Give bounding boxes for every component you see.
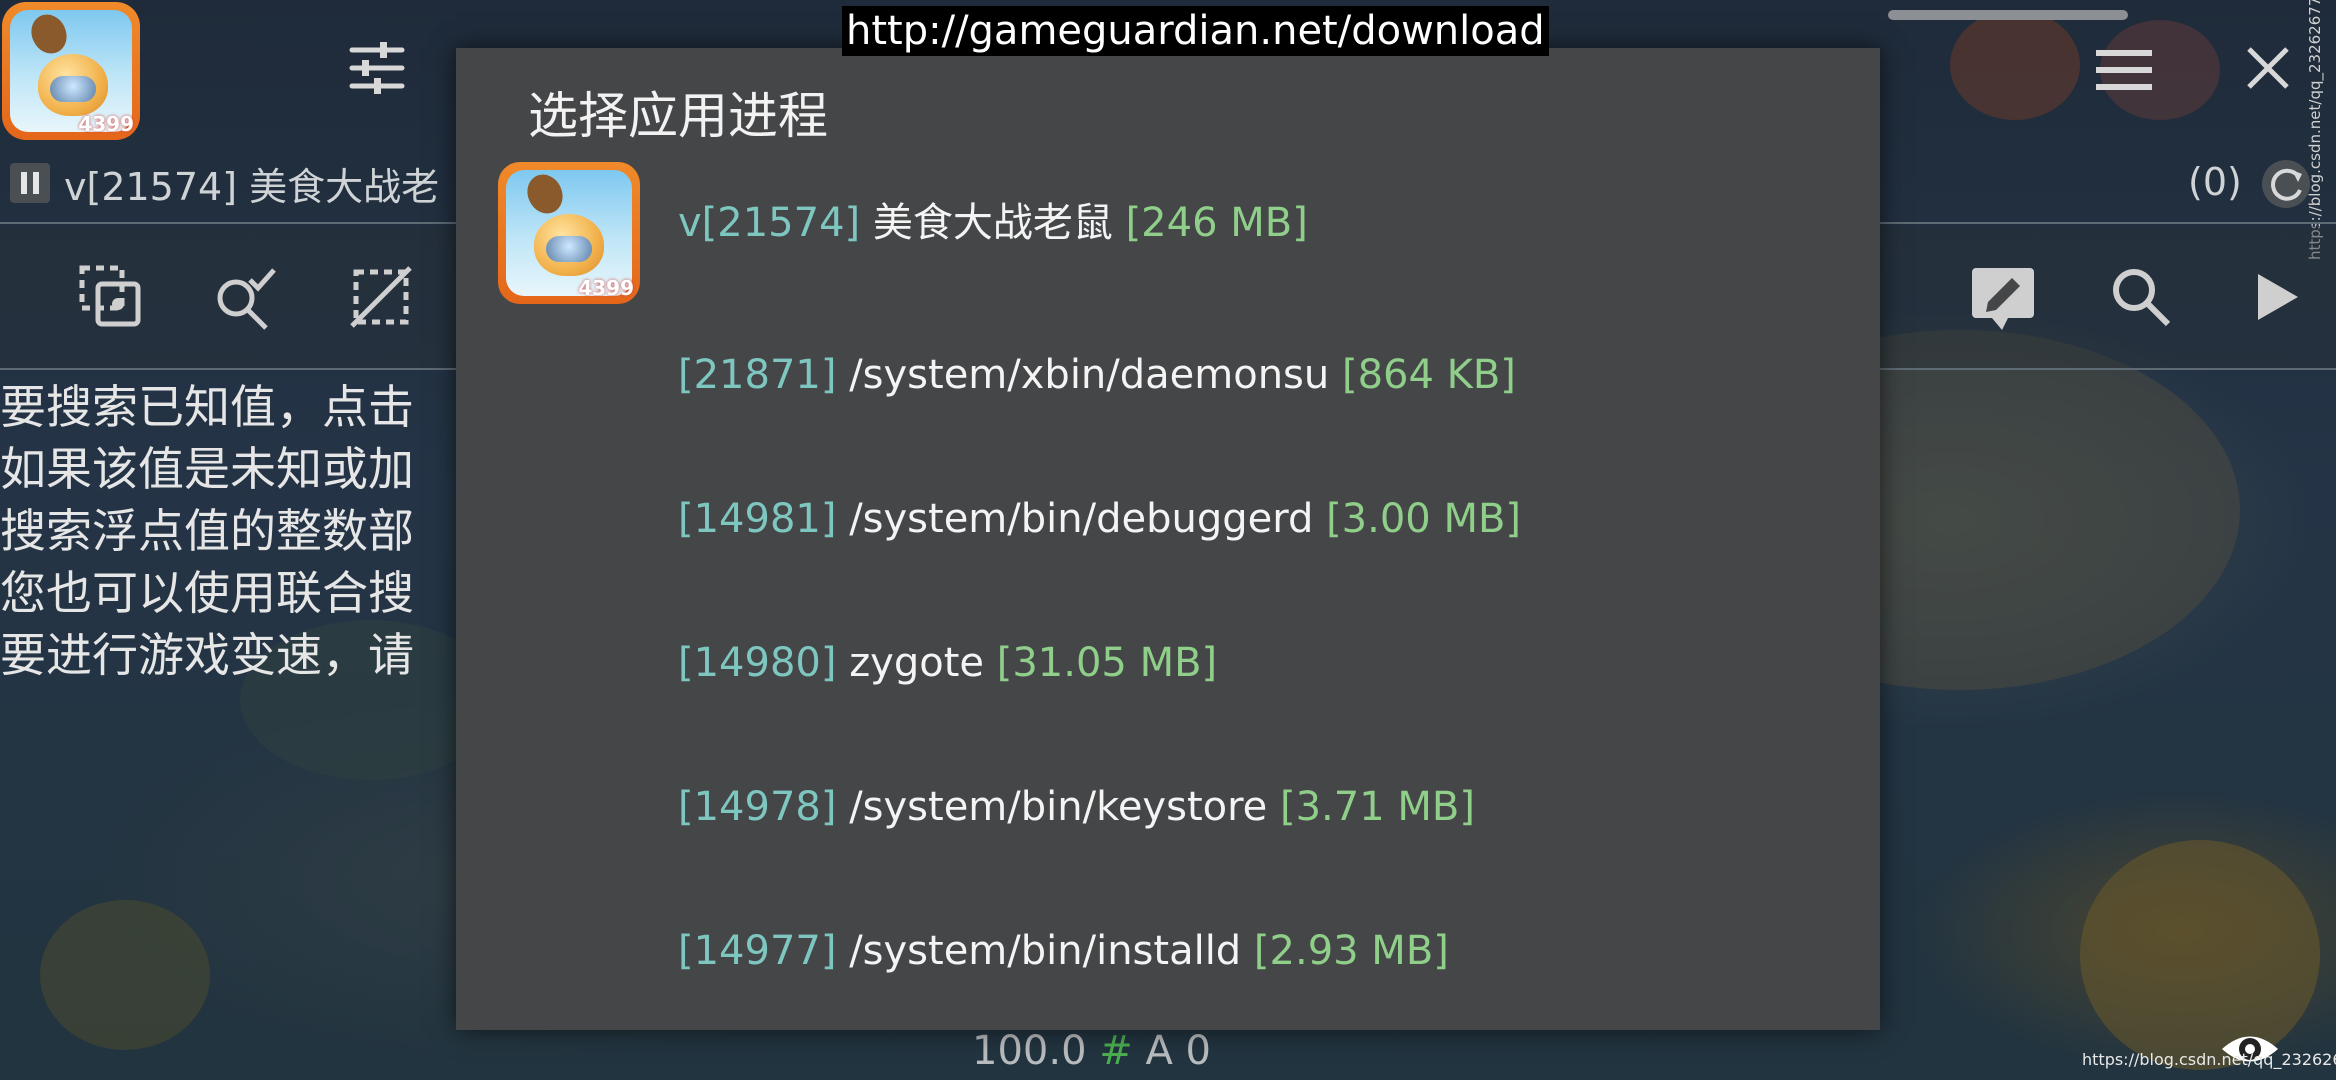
process-item[interactable]: 4399 v[21574] 美食大战老鼠 [246 MB] xyxy=(456,142,1880,304)
process-size: [2.93 MB] xyxy=(1253,928,1449,974)
overlay-drag-handle[interactable] xyxy=(1888,10,2128,20)
help-text: 要搜索已知值，点击 如果该值是未知或加 搜索浮点值的整数部 您也可以使用联合搜 … xyxy=(0,376,470,686)
process-name: /system/bin/debuggerd xyxy=(849,496,1314,542)
pause-icon[interactable] xyxy=(10,163,50,203)
status-bar: 100.0 # A 0 xyxy=(972,1028,1211,1074)
process-name: /system/xbin/daemonsu xyxy=(849,352,1330,398)
help-line: 要搜索已知值，点击 xyxy=(0,380,414,434)
refresh-icon[interactable] xyxy=(2262,160,2310,208)
dialog-title: 选择应用进程 xyxy=(528,87,828,145)
process-name: 美食大战老鼠 xyxy=(872,200,1113,246)
menu-icon[interactable] xyxy=(2096,50,2152,90)
help-line: 搜索浮点值的整数部 xyxy=(0,504,414,558)
close-icon[interactable] xyxy=(2246,46,2290,90)
process-pid: [21871] xyxy=(678,352,837,398)
select-region-icon[interactable] xyxy=(76,262,146,332)
process-name: /system/bin/keystore xyxy=(849,784,1268,830)
app-icon-badge: 4399 xyxy=(78,112,134,136)
process-item[interactable]: [21871] /system/xbin/daemonsu [864 KB] xyxy=(456,310,1880,454)
game-process-icon: 4399 xyxy=(498,162,640,304)
process-pid: [14981] xyxy=(678,496,837,542)
selected-process-row: v[21574] 美食大战老 xyxy=(10,156,439,211)
status-hash: # xyxy=(1099,1028,1133,1074)
process-size: [864 KB] xyxy=(1341,352,1516,398)
help-line: 如果该值是未知或加 xyxy=(0,442,414,496)
process-name: /system/bin/installd xyxy=(849,928,1242,974)
deselect-icon[interactable] xyxy=(346,262,416,332)
process-item[interactable]: [14977] /system/bin/installd [2.93 MB] xyxy=(456,886,1880,1030)
process-icon-badge: 4399 xyxy=(578,276,634,300)
search-check-icon[interactable] xyxy=(210,262,280,332)
edit-icon[interactable] xyxy=(1968,262,2038,332)
process-pid: [14977] xyxy=(678,928,837,974)
select-process-dialog: 选择应用进程 4399 v[21574] 美食大战老鼠 [246 MB] [21… xyxy=(456,48,1880,1030)
sliders-icon[interactable] xyxy=(348,40,406,96)
process-size: [3.00 MB] xyxy=(1326,496,1522,542)
process-pid: [14978] xyxy=(678,784,837,830)
process-pid: [14980] xyxy=(678,640,837,686)
process-size: [31.05 MB] xyxy=(996,640,1218,686)
play-icon[interactable] xyxy=(2240,262,2310,332)
status-rest: A 0 xyxy=(1145,1028,1211,1074)
help-line: 您也可以使用联合搜 xyxy=(0,566,414,620)
process-name: zygote xyxy=(849,640,985,686)
selected-process-label[interactable]: v[21574] 美食大战老 xyxy=(64,156,439,211)
help-line: 要进行游戏变速，请 xyxy=(0,628,414,682)
bottom-watermark: https://blog.csdn.net/qq_23262677 xyxy=(2082,1050,2336,1069)
process-item[interactable]: [14981] /system/bin/debuggerd [3.00 MB] xyxy=(456,454,1880,598)
process-pid: v[21574] xyxy=(678,200,861,246)
result-count: (0) xyxy=(2188,160,2242,204)
process-item[interactable]: [14978] /system/bin/keystore [3.71 MB] xyxy=(456,742,1880,886)
download-url-banner: http://gameguardian.net/download xyxy=(842,6,1549,56)
game-app-icon[interactable]: 4399 xyxy=(2,2,140,140)
process-size: [246 MB] xyxy=(1125,200,1308,246)
search-icon[interactable] xyxy=(2106,262,2176,332)
process-item[interactable]: [14980] zygote [31.05 MB] xyxy=(456,598,1880,742)
process-size: [3.71 MB] xyxy=(1280,784,1475,830)
status-value: 100.0 xyxy=(972,1028,1087,1074)
